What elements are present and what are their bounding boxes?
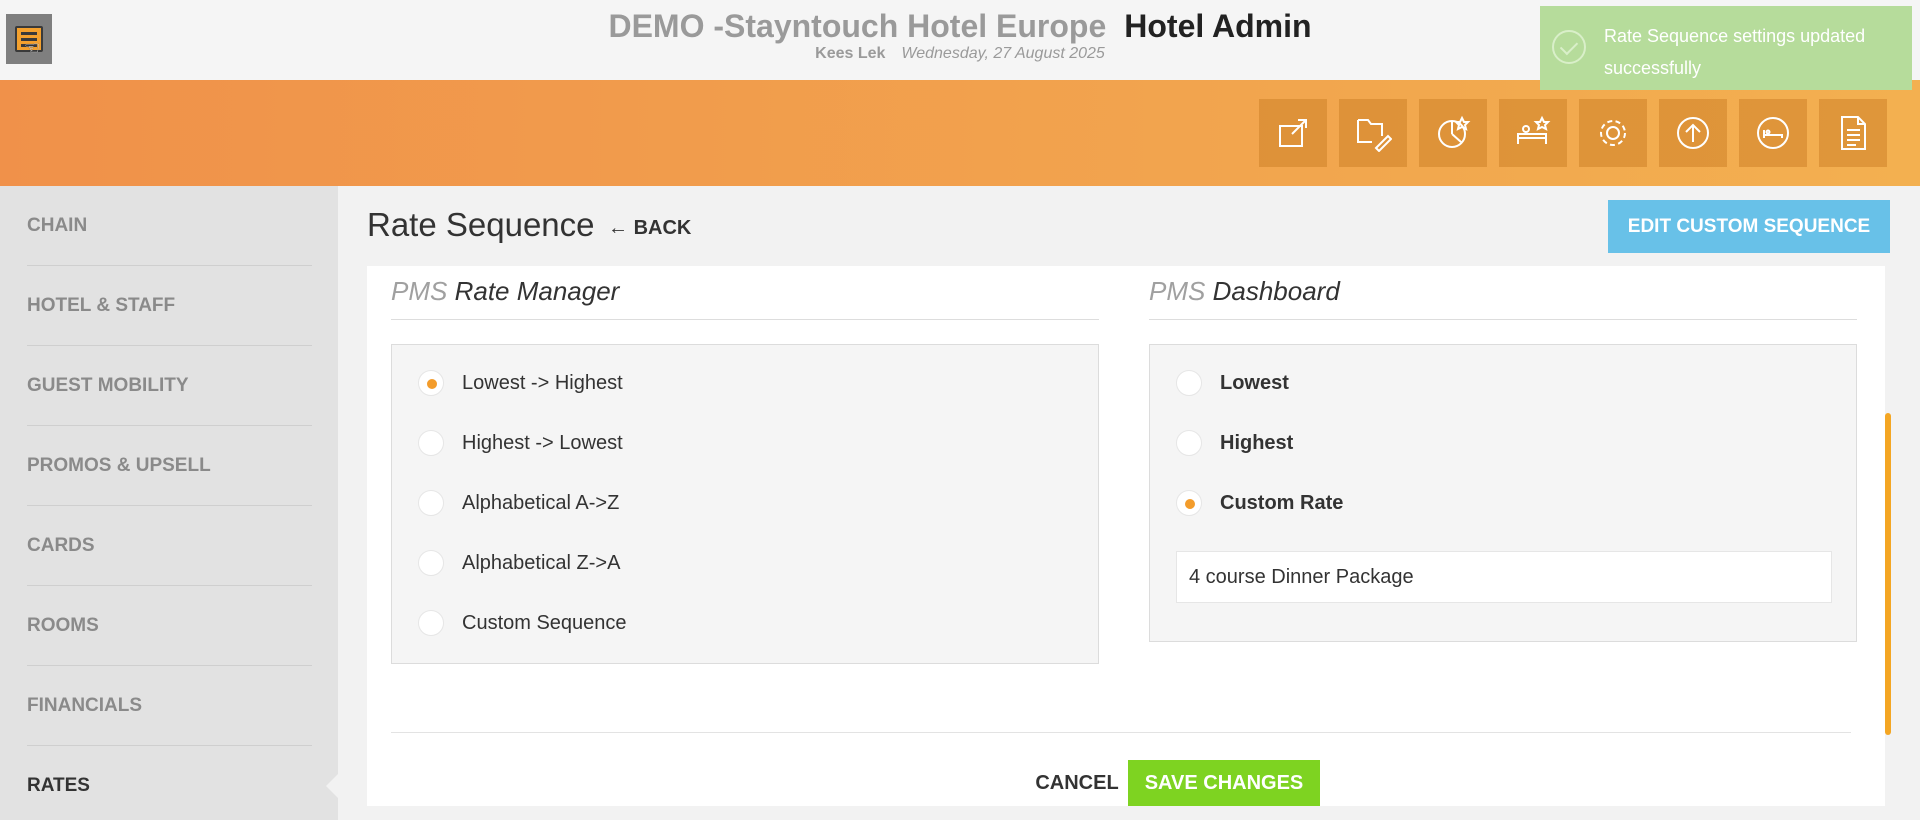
folder-edit-button[interactable] bbox=[1339, 99, 1407, 167]
scrollbar-thumb[interactable] bbox=[1885, 413, 1891, 735]
save-changes-button[interactable]: SAVE CHANGES bbox=[1128, 760, 1320, 806]
settings-panel: PMS Rate Manager Lowest -> Highest Highe… bbox=[367, 266, 1885, 806]
hotel-name: DEMO -Stayntouch Hotel Europe bbox=[608, 8, 1107, 44]
check-circle-icon bbox=[1552, 30, 1586, 64]
settings-button[interactable] bbox=[1579, 99, 1647, 167]
rm-option-custom-sequence[interactable]: Custom Sequence bbox=[418, 609, 627, 637]
rate-chart-button[interactable] bbox=[1419, 99, 1487, 167]
dashboard-heading: PMS Dashboard bbox=[1149, 276, 1857, 320]
db-option-custom-rate[interactable]: Custom Rate bbox=[1176, 489, 1343, 517]
main-content: Rate Sequence ← BACK EDIT CUSTOM SEQUENC… bbox=[338, 186, 1920, 820]
page-title: Rate Sequence bbox=[367, 206, 595, 243]
rm-option-alpha-az[interactable]: Alphabetical A->Z bbox=[418, 489, 619, 517]
edit-custom-sequence-button[interactable]: EDIT CUSTOM SEQUENCE bbox=[1608, 200, 1890, 253]
sidebar-item-promos-upsell[interactable]: PROMOS & UPSELL bbox=[27, 426, 312, 506]
sidebar-item-hotel-staff[interactable]: HOTEL & STAFF bbox=[27, 266, 312, 346]
rm-option-lowest-highest[interactable]: Lowest -> Highest bbox=[418, 369, 623, 397]
staff-star-button[interactable] bbox=[1499, 99, 1567, 167]
user-name: Kees Lek bbox=[815, 45, 886, 62]
cancel-button[interactable]: CANCEL bbox=[1007, 760, 1147, 806]
room-button[interactable] bbox=[1739, 99, 1807, 167]
option-label: Alphabetical Z->A bbox=[462, 551, 621, 574]
rate-manager-prefix: PMS bbox=[391, 276, 448, 306]
radio-unselected[interactable] bbox=[1176, 430, 1202, 456]
back-link[interactable]: ← BACK bbox=[608, 217, 691, 240]
app-name: Hotel Admin bbox=[1124, 8, 1312, 44]
option-label: Alphabetical A->Z bbox=[462, 491, 620, 514]
action-band bbox=[0, 80, 1920, 186]
sidebar-item-rooms[interactable]: ROOMS bbox=[27, 586, 312, 666]
sidebar: CHAIN HOTEL & STAFF GUEST MOBILITY PROMO… bbox=[0, 186, 340, 820]
external-link-icon bbox=[1279, 119, 1307, 147]
sidebar-item-guest-mobility[interactable]: GUEST MOBILITY bbox=[27, 346, 312, 426]
dashboard-options: Lowest Highest Custom Rate 4 course Dinn… bbox=[1149, 344, 1857, 642]
db-option-highest[interactable]: Highest bbox=[1176, 429, 1293, 457]
sidebar-item-cards[interactable]: CARDS bbox=[27, 506, 312, 586]
sidebar-item-financials[interactable]: FINANCIALS bbox=[27, 666, 312, 746]
rm-option-highest-lowest[interactable]: Highest -> Lowest bbox=[418, 429, 623, 457]
form-divider bbox=[391, 732, 1851, 733]
option-label: Lowest bbox=[1220, 371, 1289, 394]
option-label: Highest -> Lowest bbox=[462, 431, 623, 454]
radio-selected[interactable] bbox=[1176, 490, 1202, 516]
sidebar-item-rates[interactable]: RATES bbox=[27, 746, 312, 820]
radio-unselected[interactable] bbox=[1176, 370, 1202, 396]
option-label: Custom Sequence bbox=[462, 611, 627, 634]
option-label: Custom Rate bbox=[1220, 491, 1344, 514]
room-bed-icon bbox=[1757, 117, 1789, 149]
header-date: Wednesday, 27 August 2025 bbox=[901, 45, 1105, 62]
rm-option-alpha-za[interactable]: Alphabetical Z->A bbox=[418, 549, 620, 577]
radio-selected[interactable] bbox=[418, 370, 444, 396]
radio-unselected[interactable] bbox=[418, 550, 444, 576]
dashboard-prefix: PMS bbox=[1149, 276, 1206, 306]
rate-manager-options: Lowest -> Highest Highest -> Lowest Alph… bbox=[391, 344, 1099, 664]
rate-manager-heading: PMS Rate Manager bbox=[391, 276, 1099, 320]
custom-rate-input[interactable]: 4 course Dinner Package bbox=[1176, 551, 1832, 603]
dashboard-name: Dashboard bbox=[1212, 276, 1340, 306]
sidebar-item-chain[interactable]: CHAIN bbox=[27, 186, 312, 266]
option-label: Highest bbox=[1220, 431, 1294, 454]
folder-edit-icon bbox=[1357, 119, 1392, 152]
option-label: Lowest -> Highest bbox=[462, 371, 623, 394]
document-icon bbox=[1841, 116, 1866, 150]
radio-unselected[interactable] bbox=[418, 610, 444, 636]
radio-unselected[interactable] bbox=[418, 430, 444, 456]
back-arrow-icon: ← bbox=[608, 217, 628, 239]
rate-chart-icon bbox=[1438, 115, 1471, 148]
upload-circle-icon bbox=[1677, 117, 1709, 149]
success-toast: Rate Sequence settings updated successfu… bbox=[1540, 6, 1912, 90]
staff-star-icon bbox=[1517, 115, 1551, 144]
back-label: BACK bbox=[633, 217, 692, 239]
document-button[interactable] bbox=[1819, 99, 1887, 167]
external-link-button[interactable] bbox=[1259, 99, 1327, 167]
gear-icon bbox=[1600, 120, 1626, 146]
db-option-lowest[interactable]: Lowest bbox=[1176, 369, 1289, 397]
upload-button[interactable] bbox=[1659, 99, 1727, 167]
toast-message: Rate Sequence settings updated successfu… bbox=[1604, 26, 1866, 78]
radio-unselected[interactable] bbox=[418, 490, 444, 516]
rate-manager-name: Rate Manager bbox=[454, 276, 620, 306]
